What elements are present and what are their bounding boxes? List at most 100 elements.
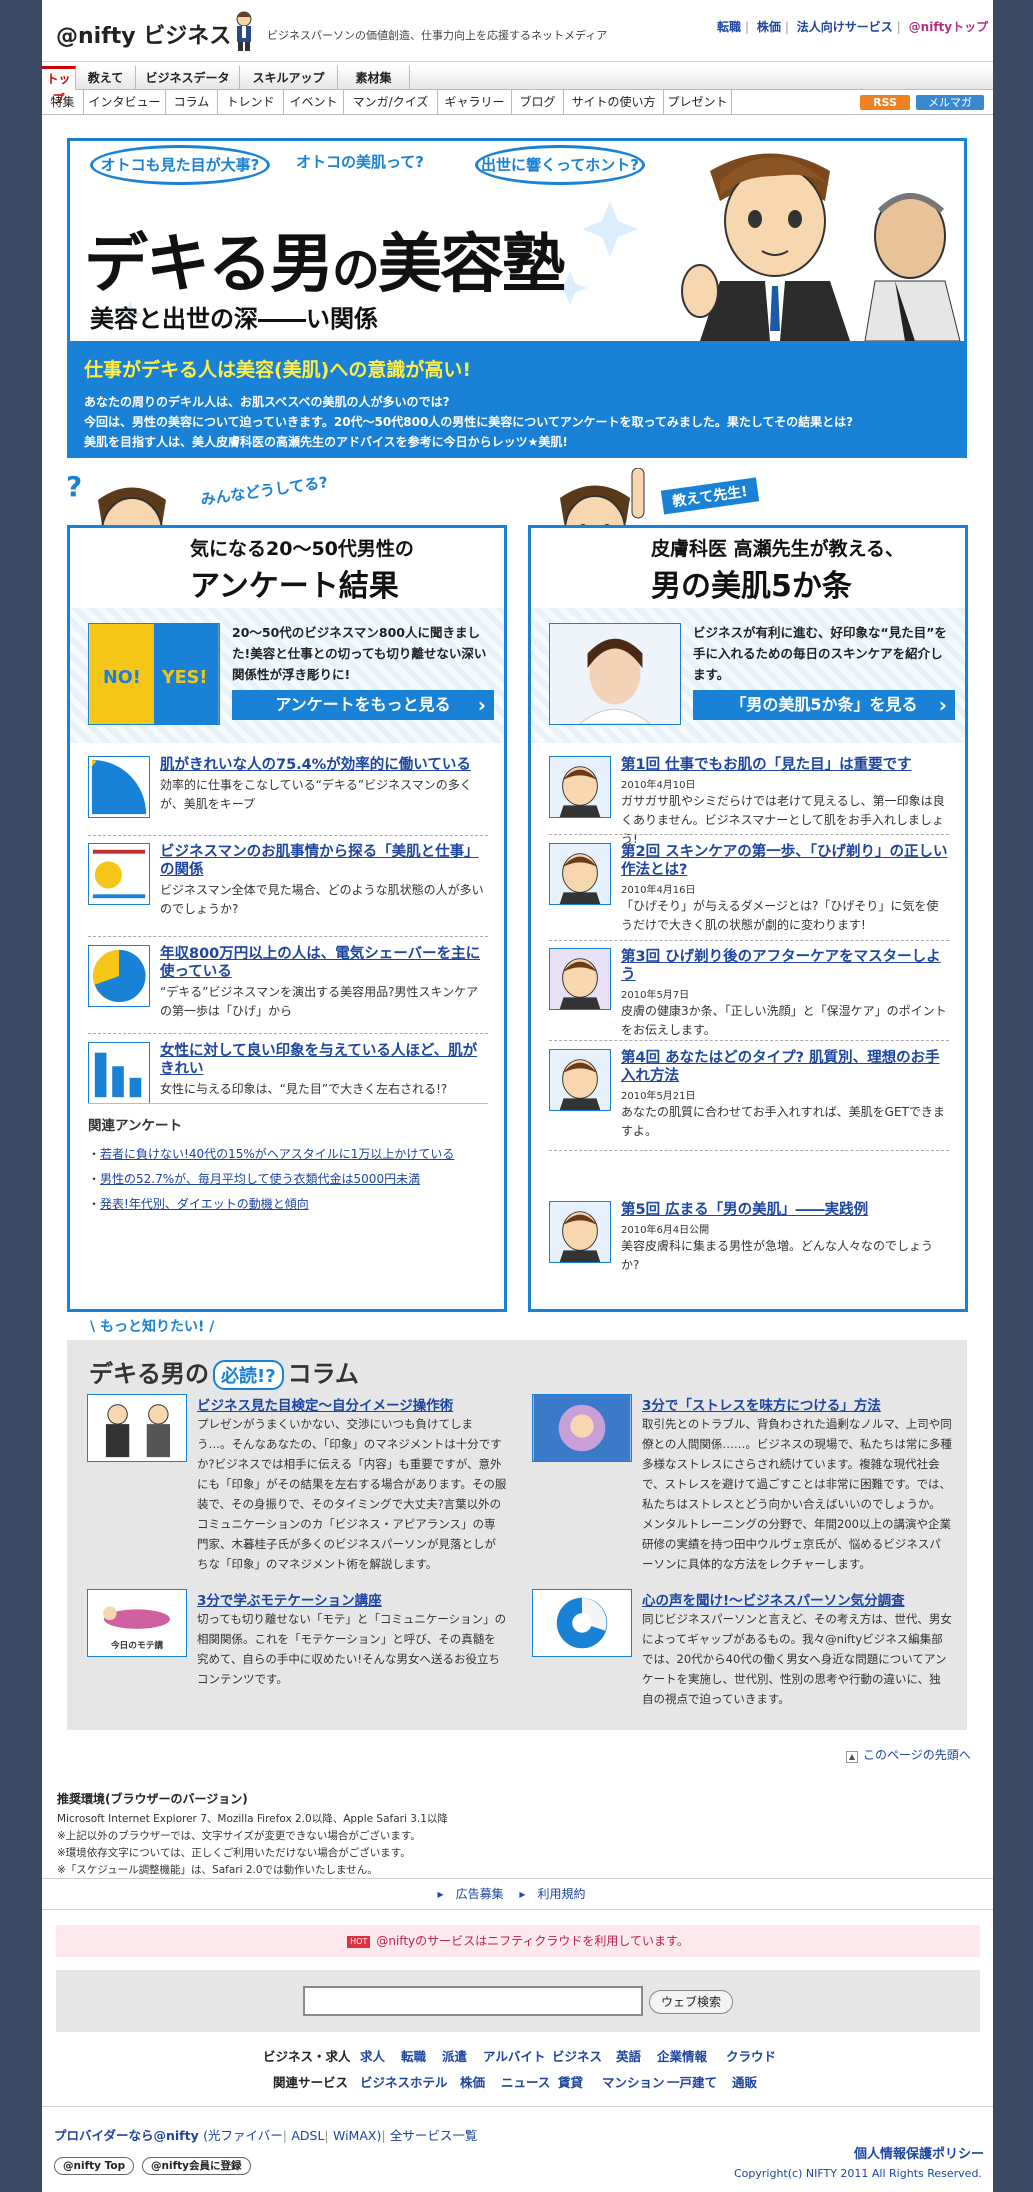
tab-top[interactable]: トップ bbox=[42, 66, 76, 106]
subnav-trend[interactable]: トレンド bbox=[218, 90, 284, 115]
survey-pie-image[interactable]: NO! YES! bbox=[88, 623, 220, 725]
privacy-policy-link[interactable]: 個人情報保護ポリシー bbox=[854, 2143, 984, 2162]
link-wimax[interactable]: WiMAX) bbox=[333, 2128, 381, 2143]
survey-thumb-2[interactable] bbox=[88, 843, 150, 905]
search-input[interactable] bbox=[303, 1986, 643, 2016]
tab-business-data[interactable]: ビジネスデータ bbox=[136, 66, 240, 90]
tab-oshiete[interactable]: 教えて bbox=[76, 66, 136, 90]
lesson-thumb-2[interactable] bbox=[549, 843, 611, 905]
nifty-register-button[interactable]: @nifty会員に登録 bbox=[142, 2157, 251, 2175]
subnav-feature[interactable]: 特集 bbox=[42, 90, 84, 115]
rel-link-rent[interactable]: 賃貸 bbox=[558, 2072, 583, 2091]
subnav-interview[interactable]: インタビュー bbox=[84, 90, 166, 115]
biz-link-parttime[interactable]: アルバイト bbox=[483, 2046, 545, 2065]
related-link-3[interactable]: 発表!年代別、ダイエットの動機と傾向 bbox=[100, 1197, 309, 1211]
tab-skill-up[interactable]: スキルアップ bbox=[240, 66, 338, 90]
page-top-link[interactable]: ▲ このページの先頭へ bbox=[846, 1746, 971, 1763]
lesson-desc: ガサガサ肌やシミだらけでは老けて見えるし、第一印象は良くありません。ビジネスマナ… bbox=[621, 794, 945, 846]
tab-materials[interactable]: 素材集 bbox=[338, 66, 410, 90]
page: @nifty ビジネス ビジネスパーソンの価値創造、仕事力向上を応援するネットメ… bbox=[42, 0, 993, 2192]
link-stock[interactable]: 株価 bbox=[757, 20, 781, 34]
link-jobchange[interactable]: 転職 bbox=[717, 20, 741, 34]
link-adsl[interactable]: ADSL bbox=[291, 2128, 324, 2143]
biz-link-business[interactable]: ビジネス bbox=[552, 2046, 602, 2065]
view-five-rules-button[interactable]: 「男の美肌5か条」を見る bbox=[693, 690, 955, 720]
column-section-title: デキる男の 必読!? コラム bbox=[89, 1360, 359, 1390]
cloud-notice-text[interactable]: @niftyのサービスはニフティクラウドを利用しています。 bbox=[376, 1934, 688, 1948]
nifty-top-button[interactable]: @nifty Top bbox=[54, 2157, 135, 2175]
rss-button[interactable]: RSS bbox=[860, 95, 910, 110]
lesson-title[interactable]: 第2回 スキンケアの第一歩、「ひげ剃り」の正しい作法とは? bbox=[621, 843, 949, 879]
copyright: Copyright(c) NIFTY 2011 All Rights Reser… bbox=[734, 2167, 982, 2180]
hero-banner: オトコも見た目が大事? オトコの美肌って? 出世に響くってホント? デキる男の美… bbox=[67, 138, 967, 458]
svg-text:?: ? bbox=[66, 470, 82, 503]
rel-link-house[interactable]: 一戸建て bbox=[667, 2072, 717, 2091]
rel-link-stock[interactable]: 株価 bbox=[460, 2072, 485, 2091]
mailmag-button[interactable]: メルマガ bbox=[916, 95, 984, 110]
survey-item-title[interactable]: ビジネスマンのお肌事情から探る「美肌と仕事」の関係 bbox=[160, 843, 488, 879]
lesson-title[interactable]: 第5回 広まる「男の美肌」――実践例 bbox=[621, 1201, 949, 1219]
provider-link[interactable]: プロバイダーなら@nifty bbox=[54, 2128, 199, 2143]
lesson-title[interactable]: 第3回 ひげ剃り後のアフターケアをマスターしよう bbox=[621, 948, 949, 984]
rel-link-shopping[interactable]: 通販 bbox=[732, 2072, 757, 2091]
survey-feature-text: 20〜50代のビジネスマン800人に聞きました!美容と仕事との切っても切り離せな… bbox=[232, 625, 487, 682]
biz-link-cloud[interactable]: クラウド bbox=[726, 2046, 776, 2065]
environment-title: 推奨環境(ブラウザーのバージョン) bbox=[57, 1792, 248, 1806]
subnav-present[interactable]: プレゼント bbox=[664, 90, 732, 115]
rel-link-hotel[interactable]: ビジネスホテル bbox=[360, 2072, 448, 2091]
doctor-photo[interactable] bbox=[549, 623, 681, 725]
hero-title: デキる男の美容塾 bbox=[84, 228, 566, 302]
web-search-button[interactable]: ウェブ検索 bbox=[649, 1990, 733, 2014]
column-thumb-stress[interactable] bbox=[532, 1394, 632, 1462]
subnav-gallery[interactable]: ギャラリー bbox=[438, 90, 512, 115]
related-link-2[interactable]: 男性の52.7%が、毎月平均して使う衣類代金は5000円未満 bbox=[100, 1172, 420, 1186]
page-footer: プロバイダーなら@nifty (光ファイバー| ADSL| WiMAX)| 全サ… bbox=[42, 2106, 993, 2192]
lesson-thumb-5[interactable] bbox=[549, 1201, 611, 1263]
link-corporate[interactable]: 法人向けサービス bbox=[797, 20, 893, 34]
header-links: 転職 | 株価 | 法人向けサービス | @niftyトップ bbox=[717, 20, 989, 34]
survey-item-title[interactable]: 肌がきれいな人の75.4%が効率的に働いている bbox=[160, 756, 488, 774]
column-item-desc: 取引先とのトラブル、背負わされた過剰なノルマ、上司や同僚との人間関係……。ビジネ… bbox=[642, 1417, 952, 1571]
biz-link-jobchange[interactable]: 転職 bbox=[401, 2046, 426, 2065]
survey-item-title[interactable]: 女性に対して良い印象を与えている人ほど、肌がきれい bbox=[160, 1042, 488, 1078]
lesson-date: 2010年5月21日 bbox=[621, 1091, 696, 1102]
link-terms[interactable]: 利用規約 bbox=[537, 1887, 585, 1901]
link-all-services[interactable]: 全サービス一覧 bbox=[390, 2128, 478, 2143]
column-thumb-mood-survey[interactable] bbox=[532, 1589, 632, 1657]
biz-link-jobs[interactable]: 求人 bbox=[360, 2046, 385, 2065]
lesson-title[interactable]: 第4回 あなたはどのタイプ? 肌質別、理想のお手入れ方法 bbox=[621, 1049, 949, 1085]
subnav-event[interactable]: イベント bbox=[284, 90, 344, 115]
column-item-title[interactable]: ビジネス見た目検定〜自分イメージ操作術 bbox=[197, 1394, 507, 1414]
link-nifty-top[interactable]: @niftyトップ bbox=[909, 20, 988, 34]
column-item-title[interactable]: 3分で「ストレスを味方につける」方法 bbox=[642, 1394, 952, 1414]
lesson-thumb-4[interactable] bbox=[549, 1049, 611, 1111]
link-fiber[interactable]: (光ファイバー bbox=[203, 2128, 283, 2143]
subnav-blog[interactable]: ブログ bbox=[512, 90, 564, 115]
divider bbox=[88, 835, 488, 836]
subnav-howto[interactable]: サイトの使い方 bbox=[564, 90, 664, 115]
lesson-title[interactable]: 第1回 仕事でもお肌の「見た目」は重要です bbox=[621, 756, 949, 774]
related-link-1[interactable]: 若者に負けない!40代の15%がヘアスタイルに1万以上かけている bbox=[100, 1147, 454, 1161]
survey-thumb-1[interactable] bbox=[88, 756, 150, 818]
site-logo[interactable]: @nifty ビジネス bbox=[56, 18, 231, 50]
lesson-thumb-3[interactable] bbox=[549, 948, 611, 1010]
related-survey-list: ・若者に負けない!40代の15%がヘアスタイルに1万以上かけている ・男性の52… bbox=[88, 1147, 455, 1211]
link-ad-recruit[interactable]: 広告募集 bbox=[456, 1887, 504, 1901]
survey-thumb-3[interactable] bbox=[88, 945, 150, 1007]
hero-subtitle: 美容と出世の深――い関係 bbox=[90, 305, 378, 333]
rel-link-mansion[interactable]: マンション bbox=[602, 2072, 665, 2091]
subnav-manga-quiz[interactable]: マンガ/クイズ bbox=[344, 90, 438, 115]
rel-link-news[interactable]: ニュース bbox=[501, 2072, 550, 2091]
column-thumb-moteation[interactable]: 今日のモテ講 bbox=[87, 1589, 187, 1657]
lesson-thumb-1[interactable] bbox=[549, 756, 611, 818]
biz-link-english[interactable]: 英語 bbox=[616, 2046, 641, 2065]
biz-link-company[interactable]: 企業情報 bbox=[657, 2046, 707, 2065]
subnav-column[interactable]: コラム bbox=[166, 90, 218, 115]
survey-thumb-4[interactable] bbox=[88, 1042, 150, 1104]
column-thumb-appearance[interactable] bbox=[87, 1394, 187, 1462]
survey-item-title[interactable]: 年収800万円以上の人は、電気シェーバーを主に使っている bbox=[160, 945, 488, 981]
biz-link-dispatch[interactable]: 派遣 bbox=[442, 2046, 467, 2065]
column-item-title[interactable]: 3分で学ぶモテケーション講座 bbox=[197, 1589, 507, 1609]
column-item-title[interactable]: 心の声を聞け!〜ビジネスパーソン気分調査 bbox=[642, 1589, 952, 1609]
more-survey-button[interactable]: アンケートをもっと見る bbox=[232, 690, 494, 720]
